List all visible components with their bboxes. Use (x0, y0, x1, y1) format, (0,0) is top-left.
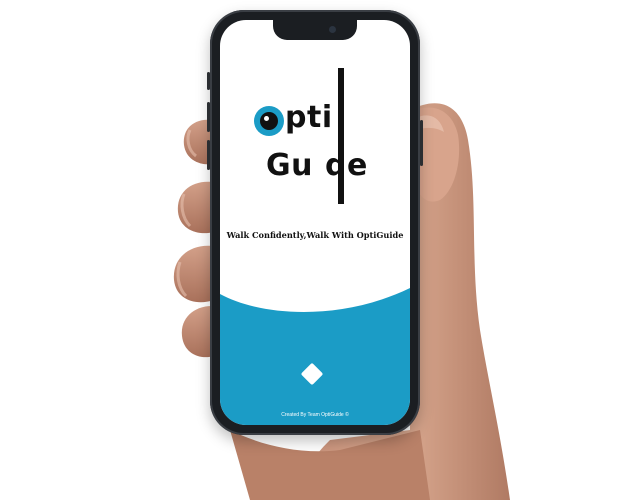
phone-frame: pti Gu de Walk Confidently,Walk With Opti… (207, 10, 423, 435)
logo-text-line2-end: de (324, 148, 368, 183)
logo-text-line2-start: Gu (266, 148, 313, 183)
app-tagline: Walk Confidently,Walk With OptiGuide (226, 230, 404, 240)
phone-volume-up (207, 102, 210, 132)
eye-pupil (260, 112, 278, 130)
phone-notch (273, 20, 357, 40)
app-screen: pti Gu de Walk Confidently,Walk With Opti… (220, 20, 410, 425)
bottom-wave-panel (220, 288, 410, 425)
phone-volume-down (207, 140, 210, 170)
optiguide-logo: pti Gu de (254, 68, 394, 208)
logo-text-line2: Gu de (266, 148, 368, 184)
mockup-stage: pti Gu de Walk Confidently,Walk With Opti… (0, 0, 620, 500)
eye-glint (264, 116, 269, 121)
phone-power-button (420, 120, 423, 166)
phone-side-button (207, 72, 210, 90)
logo-text-line1: pti (285, 100, 333, 135)
credit-text: Created By Team OptiGuide © (281, 412, 349, 418)
front-camera-icon (329, 26, 336, 33)
eye-logo-icon (254, 106, 284, 136)
